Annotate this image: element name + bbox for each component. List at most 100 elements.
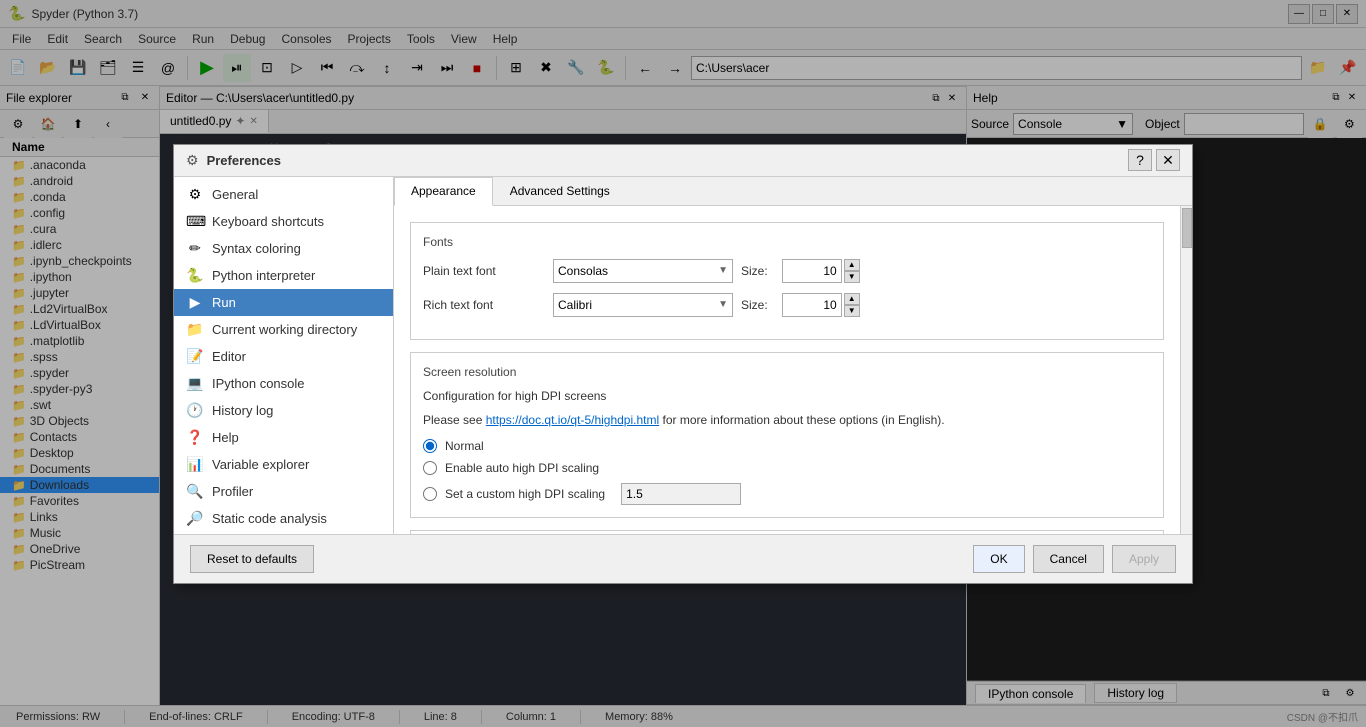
preferences-sidebar: ⚙ General ⌨ Keyboard shortcuts ✏ Syntax … [174, 177, 394, 534]
static-icon: 🔎 [186, 510, 204, 527]
sidebar-item-syntax[interactable]: ✏ Syntax coloring [174, 235, 393, 262]
cancel-btn[interactable]: Cancel [1033, 545, 1104, 573]
static-label: Static code analysis [212, 511, 327, 526]
sidebar-item-help[interactable]: ❓ Help [174, 424, 393, 451]
history-label: History log [212, 403, 273, 418]
editor-icon: 📝 [186, 348, 204, 365]
keyboard-label: Keyboard shortcuts [212, 214, 324, 229]
radio-normal[interactable] [423, 439, 437, 453]
dialog-tab-bar: Appearance Advanced Settings [394, 177, 1192, 206]
rich-font-row: Rich text font Calibri ▼ Size: [423, 293, 1151, 317]
ipython-label: IPython console [212, 376, 305, 391]
varexplorer-icon: 📊 [186, 456, 204, 473]
apply-btn[interactable]: Apply [1112, 545, 1176, 573]
screen-res-section: Screen resolution Configuration for high… [410, 352, 1164, 518]
run-icon: ▶ [186, 294, 204, 311]
sidebar-item-keyboard[interactable]: ⌨ Keyboard shortcuts [174, 208, 393, 235]
plain-size-input[interactable] [782, 259, 842, 283]
spin-down-btn[interactable]: ▼ [844, 271, 860, 283]
plain-font-combo-container: Consolas ▼ Size: ▲ ▼ [553, 259, 1151, 283]
highdpi-link[interactable]: https://doc.qt.io/qt-5/highdpi.html [486, 413, 659, 427]
rich-size-spinner: ▲ ▼ [782, 293, 860, 317]
plain-font-combo[interactable]: Consolas ▼ [553, 259, 733, 283]
profiler-icon: 🔍 [186, 483, 204, 500]
dialog-close-btn[interactable]: ✕ [1156, 149, 1180, 171]
sidebar-item-run[interactable]: ▶ Run [174, 289, 393, 316]
tab-advanced[interactable]: Advanced Settings [493, 177, 627, 205]
syntax-label: Syntax coloring [212, 241, 301, 256]
plain-size-spinner: ▲ ▼ [782, 259, 860, 283]
fonts-label: Fonts [423, 235, 1151, 249]
reset-defaults-btn[interactable]: Reset to defaults [190, 545, 314, 573]
python-icon: 🐍 [186, 267, 204, 284]
radio-auto-dpi-label: Enable auto high DPI scaling [445, 461, 599, 475]
spin-up-btn[interactable]: ▲ [844, 259, 860, 271]
spin-down-btn-2[interactable]: ▼ [844, 305, 860, 317]
help-icon: ❓ [186, 429, 204, 446]
dialog-body: ⚙ General ⌨ Keyboard shortcuts ✏ Syntax … [174, 177, 1192, 534]
cwd-label: Current working directory [212, 322, 357, 337]
dialog-title-text: Preferences [207, 153, 1128, 168]
syntax-icon: ✏ [186, 240, 204, 257]
keyboard-icon: ⌨ [186, 213, 204, 230]
sidebar-item-general[interactable]: ⚙ General [174, 181, 393, 208]
footer-left: Reset to defaults [190, 545, 965, 573]
rich-size-label: Size: [741, 298, 768, 312]
sidebar-item-python[interactable]: 🐍 Python interpreter [174, 262, 393, 289]
dialog-main-content: Appearance Advanced Settings Fonts Plain… [394, 177, 1192, 534]
history-icon: 🕐 [186, 402, 204, 419]
dialog-title-bar: ⚙ Preferences ? ✕ [174, 145, 1192, 177]
radio-custom-dpi-row: Set a custom high DPI scaling [423, 483, 1151, 505]
radio-custom-dpi-label: Set a custom high DPI scaling [445, 487, 605, 501]
screen-res-link-text: Please see https://doc.qt.io/qt-5/highdp… [423, 411, 1151, 429]
preferences-dialog: ⚙ Preferences ? ✕ ⚙ General ⌨ Keyboard s… [173, 144, 1193, 584]
profiler-label: Profiler [212, 484, 253, 499]
sidebar-item-cwd[interactable]: 📁 Current working directory [174, 316, 393, 343]
preferences-overlay: ⚙ Preferences ? ✕ ⚙ General ⌨ Keyboard s… [0, 0, 1366, 727]
combo-arrow-icon-2: ▼ [718, 299, 728, 310]
dialog-main-scroll[interactable]: Fonts Plain text font Consolas ▼ Size: [394, 206, 1180, 534]
help-label: Help [212, 430, 239, 445]
dialog-title-btns: ? ✕ [1128, 149, 1180, 171]
plain-font-row: Plain text font Consolas ▼ Size: [423, 259, 1151, 283]
ipython-icon: 💻 [186, 375, 204, 392]
custom-dpi-input[interactable] [621, 483, 741, 505]
rich-size-input[interactable] [782, 293, 842, 317]
dialog-help-btn[interactable]: ? [1128, 149, 1152, 171]
spin-buttons-2: ▲ ▼ [844, 293, 860, 317]
sidebar-item-history[interactable]: 🕐 History log [174, 397, 393, 424]
sidebar-item-static[interactable]: 🔎 Static code analysis [174, 505, 393, 532]
sidebar-item-editor[interactable]: 📝 Editor [174, 343, 393, 370]
varexplorer-label: Variable explorer [212, 457, 309, 472]
dialog-scrollbar[interactable] [1180, 206, 1192, 534]
rich-font-combo[interactable]: Calibri ▼ [553, 293, 733, 317]
radio-auto-dpi[interactable] [423, 461, 437, 475]
plain-size-label: Size: [741, 264, 768, 278]
tab-appearance[interactable]: Appearance [394, 177, 493, 206]
plain-font-label: Plain text font [423, 264, 553, 278]
fonts-section: Fonts Plain text font Consolas ▼ Size: [410, 222, 1164, 340]
sidebar-item-varexplorer[interactable]: 📊 Variable explorer [174, 451, 393, 478]
spin-buttons: ▲ ▼ [844, 259, 860, 283]
scrollbar-thumb[interactable] [1182, 208, 1192, 248]
rich-font-combo-container: Calibri ▼ Size: ▲ ▼ [553, 293, 1151, 317]
screen-res-desc: Configuration for high DPI screens [423, 389, 1151, 403]
ok-btn[interactable]: OK [973, 545, 1024, 573]
radio-normal-label: Normal [445, 439, 484, 453]
radio-custom-dpi[interactable] [423, 487, 437, 501]
python-label: Python interpreter [212, 268, 315, 283]
editor-label: Editor [212, 349, 246, 364]
dialog-footer: Reset to defaults OK Cancel Apply [174, 534, 1192, 583]
sidebar-item-profiler[interactable]: 🔍 Profiler [174, 478, 393, 505]
general-icon: ⚙ [186, 186, 204, 203]
combo-arrow-icon: ▼ [718, 265, 728, 276]
cwd-icon: 📁 [186, 321, 204, 338]
sidebar-item-ipython[interactable]: 💻 IPython console [174, 370, 393, 397]
radio-auto-dpi-row: Enable auto high DPI scaling [423, 461, 1151, 475]
screen-res-label: Screen resolution [423, 365, 1151, 379]
rich-font-label: Rich text font [423, 298, 553, 312]
general-label: General [212, 187, 258, 202]
run-label: Run [212, 295, 236, 310]
spin-up-btn-2[interactable]: ▲ [844, 293, 860, 305]
dpi-radio-group: Normal Enable auto high DPI scaling Set … [423, 439, 1151, 505]
